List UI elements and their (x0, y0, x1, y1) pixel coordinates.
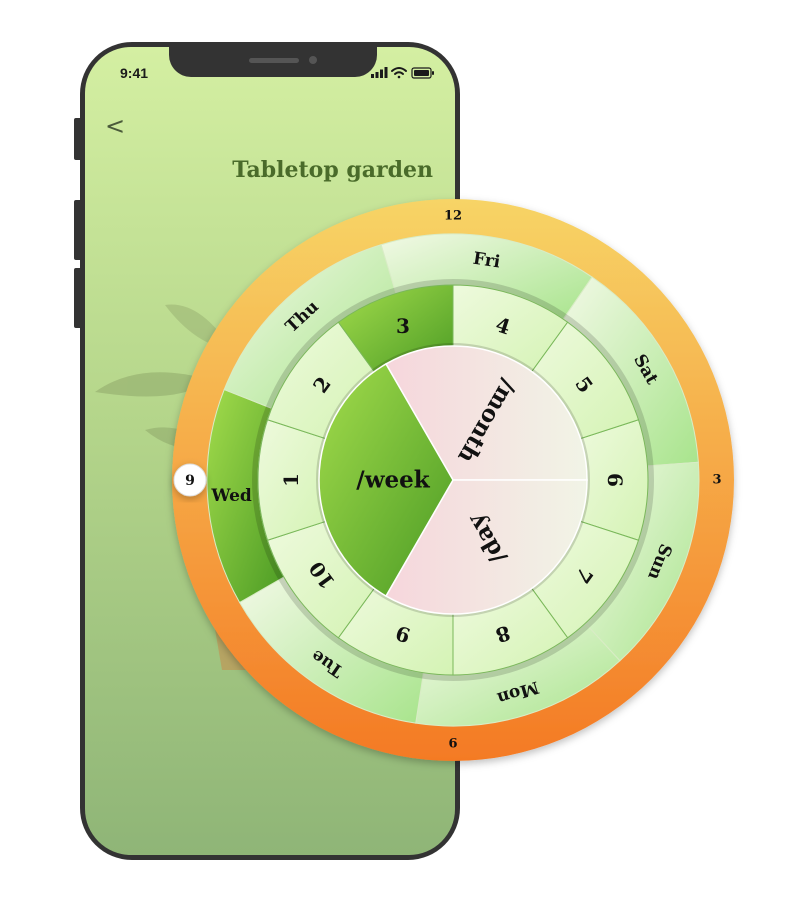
count-label-3: 3 (396, 314, 410, 338)
outer-hour-3: 3 (712, 473, 721, 488)
day-label-wed: Wed (210, 486, 252, 506)
hour-handle-label: 9 (185, 473, 195, 489)
outer-hour-12: 12 (444, 209, 462, 224)
count-label-1: 1 (279, 473, 303, 487)
count-label-6: 6 (603, 473, 627, 487)
period-label-week: /week (356, 467, 430, 494)
day-label-fri: Fri (472, 249, 502, 273)
schedule-dial[interactable]: FriSatSunMonTueWedThu 678910123 45 /month… (0, 0, 800, 900)
hour-handle[interactable]: 9 (173, 463, 207, 497)
outer-hour-6: 6 (448, 737, 457, 752)
